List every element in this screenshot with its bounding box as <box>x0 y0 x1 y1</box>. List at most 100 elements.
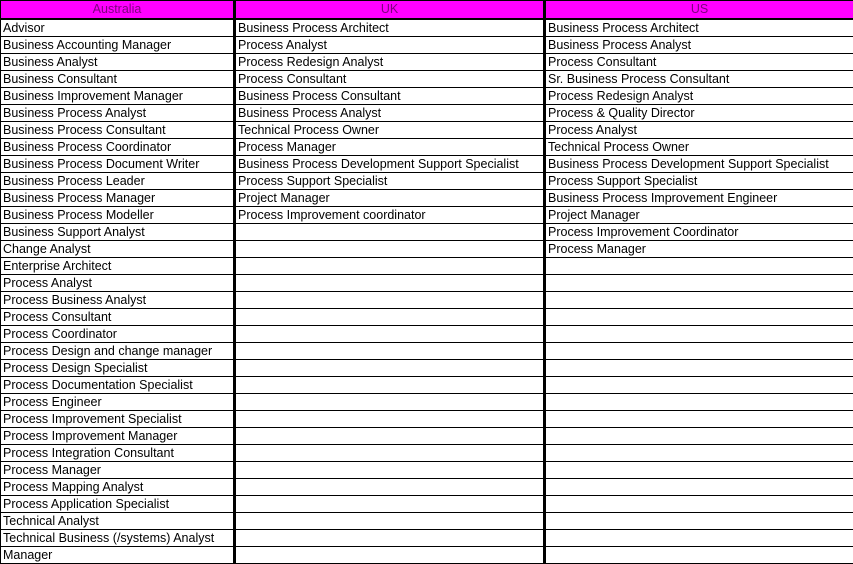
cell-us[interactable] <box>545 394 853 411</box>
cell-australia[interactable]: Business Improvement Manager <box>1 88 235 105</box>
cell-us[interactable]: Sr. Business Process Consultant <box>545 71 853 88</box>
cell-us[interactable]: Process & Quality Director <box>545 105 853 122</box>
cell-australia[interactable]: Business Process Modeller <box>1 207 235 224</box>
cell-uk[interactable]: Business Process Consultant <box>235 88 545 105</box>
cell-uk[interactable] <box>235 530 545 547</box>
cell-uk[interactable] <box>235 428 545 445</box>
cell-us[interactable]: Process Improvement Coordinator <box>545 224 853 241</box>
cell-australia[interactable]: Process Improvement Specialist <box>1 411 235 428</box>
cell-us[interactable] <box>545 360 853 377</box>
cell-uk[interactable]: Project Manager <box>235 190 545 207</box>
cell-uk[interactable] <box>235 292 545 309</box>
cell-australia[interactable]: Business Accounting Manager <box>1 37 235 54</box>
cell-australia[interactable]: Process Design Specialist <box>1 360 235 377</box>
cell-us[interactable] <box>545 275 853 292</box>
cell-uk[interactable] <box>235 547 545 564</box>
cell-uk[interactable] <box>235 360 545 377</box>
cell-australia[interactable]: Business Process Manager <box>1 190 235 207</box>
cell-uk[interactable]: Process Support Specialist <box>235 173 545 190</box>
cell-uk[interactable] <box>235 343 545 360</box>
cell-uk[interactable]: Process Manager <box>235 139 545 156</box>
cell-uk[interactable]: Process Analyst <box>235 37 545 54</box>
cell-australia[interactable]: Process Mapping Analyst <box>1 479 235 496</box>
cell-australia[interactable]: Process Integration Consultant <box>1 445 235 462</box>
cell-uk[interactable]: Business Process Architect <box>235 19 545 37</box>
cell-australia[interactable]: Process Coordinator <box>1 326 235 343</box>
cell-us[interactable] <box>545 479 853 496</box>
cell-us[interactable] <box>545 462 853 479</box>
cell-uk[interactable]: Process Redesign Analyst <box>235 54 545 71</box>
cell-australia[interactable]: Business Process Coordinator <box>1 139 235 156</box>
cell-us[interactable]: Process Manager <box>545 241 853 258</box>
cell-us[interactable] <box>545 496 853 513</box>
table-row: Process Business Analyst <box>1 292 853 309</box>
cell-australia[interactable]: Process Documentation Specialist <box>1 377 235 394</box>
cell-australia[interactable]: Process Application Specialist <box>1 496 235 513</box>
cell-uk[interactable] <box>235 377 545 394</box>
cell-australia[interactable]: Business Analyst <box>1 54 235 71</box>
cell-australia[interactable]: Process Improvement Manager <box>1 428 235 445</box>
cell-us[interactable] <box>545 428 853 445</box>
cell-australia[interactable]: Business Process Consultant <box>1 122 235 139</box>
cell-uk[interactable] <box>235 394 545 411</box>
cell-australia[interactable]: Change Analyst <box>1 241 235 258</box>
cell-us[interactable] <box>545 292 853 309</box>
cell-australia[interactable]: Business Process Leader <box>1 173 235 190</box>
cell-us[interactable] <box>545 258 853 275</box>
cell-australia[interactable]: Process Manager <box>1 462 235 479</box>
cell-us[interactable]: Process Consultant <box>545 54 853 71</box>
cell-uk[interactable] <box>235 241 545 258</box>
cell-uk[interactable]: Business Process Analyst <box>235 105 545 122</box>
header-australia[interactable]: Australia <box>1 1 235 20</box>
cell-uk[interactable] <box>235 479 545 496</box>
cell-uk[interactable] <box>235 445 545 462</box>
cell-australia[interactable]: Process Consultant <box>1 309 235 326</box>
cell-australia[interactable]: Technical Business (/systems) Analyst <box>1 530 235 547</box>
cell-australia[interactable]: Process Analyst <box>1 275 235 292</box>
cell-uk[interactable]: Process Improvement coordinator <box>235 207 545 224</box>
cell-australia[interactable]: Process Business Analyst <box>1 292 235 309</box>
header-uk[interactable]: UK <box>235 1 545 20</box>
cell-australia[interactable]: Advisor <box>1 19 235 37</box>
cell-australia[interactable]: Process Design and change manager <box>1 343 235 360</box>
cell-australia[interactable]: Business Process Analyst <box>1 105 235 122</box>
cell-us[interactable] <box>545 326 853 343</box>
cell-us[interactable] <box>545 445 853 462</box>
cell-us[interactable] <box>545 343 853 360</box>
header-us[interactable]: US <box>545 1 853 20</box>
cell-australia[interactable]: Manager <box>1 547 235 564</box>
cell-uk[interactable] <box>235 462 545 479</box>
cell-us[interactable] <box>545 530 853 547</box>
cell-uk[interactable] <box>235 275 545 292</box>
cell-australia[interactable]: Enterprise Architect <box>1 258 235 275</box>
cell-us[interactable]: Process Analyst <box>545 122 853 139</box>
cell-us[interactable] <box>545 547 853 564</box>
cell-us[interactable]: Project Manager <box>545 207 853 224</box>
cell-us[interactable]: Business Process Improvement Engineer <box>545 190 853 207</box>
cell-uk[interactable] <box>235 326 545 343</box>
cell-australia[interactable]: Process Engineer <box>1 394 235 411</box>
cell-uk[interactable]: Process Consultant <box>235 71 545 88</box>
cell-australia[interactable]: Business Process Document Writer <box>1 156 235 173</box>
cell-uk[interactable] <box>235 513 545 530</box>
cell-us[interactable] <box>545 309 853 326</box>
cell-us[interactable] <box>545 377 853 394</box>
cell-us[interactable]: Business Process Development Support Spe… <box>545 156 853 173</box>
cell-australia[interactable]: Business Support Analyst <box>1 224 235 241</box>
cell-uk[interactable] <box>235 309 545 326</box>
cell-us[interactable]: Technical Process Owner <box>545 139 853 156</box>
cell-uk[interactable] <box>235 258 545 275</box>
cell-uk[interactable] <box>235 496 545 513</box>
cell-us[interactable]: Process Support Specialist <box>545 173 853 190</box>
cell-us[interactable] <box>545 513 853 530</box>
cell-uk[interactable] <box>235 224 545 241</box>
cell-australia[interactable]: Technical Analyst <box>1 513 235 530</box>
cell-us[interactable]: Business Process Analyst <box>545 37 853 54</box>
cell-us[interactable]: Business Process Architect <box>545 19 853 37</box>
cell-us[interactable] <box>545 411 853 428</box>
cell-uk[interactable]: Technical Process Owner <box>235 122 545 139</box>
cell-uk[interactable]: Business Process Development Support Spe… <box>235 156 545 173</box>
cell-uk[interactable] <box>235 411 545 428</box>
cell-us[interactable]: Process Redesign Analyst <box>545 88 853 105</box>
cell-australia[interactable]: Business Consultant <box>1 71 235 88</box>
